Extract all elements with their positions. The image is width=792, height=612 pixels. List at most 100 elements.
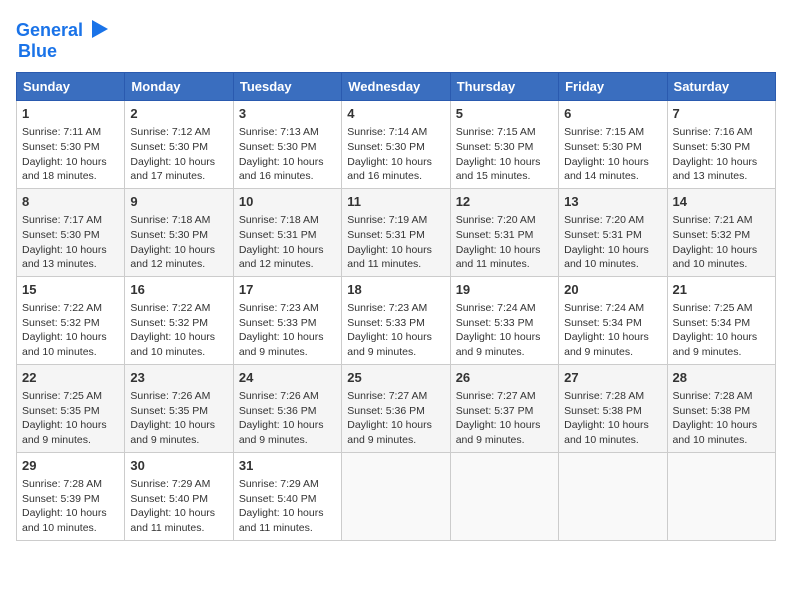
day-info-line: Sunrise: 7:13 AM xyxy=(239,125,336,140)
day-info-line: Daylight: 10 hours xyxy=(456,155,553,170)
day-info-line: Sunset: 5:32 PM xyxy=(130,316,227,331)
day-number: 26 xyxy=(456,369,553,387)
day-number: 7 xyxy=(673,105,770,123)
day-number: 12 xyxy=(456,193,553,211)
day-info-line: and 14 minutes. xyxy=(564,169,661,184)
calendar-cell: 14Sunrise: 7:21 AMSunset: 5:32 PMDayligh… xyxy=(667,188,775,276)
calendar-cell: 24Sunrise: 7:26 AMSunset: 5:36 PMDayligh… xyxy=(233,364,341,452)
weekday-header-saturday: Saturday xyxy=(667,73,775,101)
day-number: 24 xyxy=(239,369,336,387)
day-info-line: Sunrise: 7:16 AM xyxy=(673,125,770,140)
calendar-body: 1Sunrise: 7:11 AMSunset: 5:30 PMDaylight… xyxy=(17,101,776,541)
day-info-line: and 10 minutes. xyxy=(22,521,119,536)
day-info-line: Sunset: 5:33 PM xyxy=(347,316,444,331)
day-info-line: and 9 minutes. xyxy=(456,345,553,360)
calendar-cell: 21Sunrise: 7:25 AMSunset: 5:34 PMDayligh… xyxy=(667,276,775,364)
day-info-line: Daylight: 10 hours xyxy=(456,418,553,433)
day-number: 29 xyxy=(22,457,119,475)
day-info-line: Sunset: 5:34 PM xyxy=(564,316,661,331)
day-info-line: Daylight: 10 hours xyxy=(239,330,336,345)
calendar-cell: 16 Sunrise: 7:22 AMSunset: 5:32 PMDayligh… xyxy=(125,276,233,364)
day-info-line: Sunrise: 7:26 AM xyxy=(239,389,336,404)
calendar-cell: 8Sunrise: 7:17 AMSunset: 5:30 PMDaylight… xyxy=(17,188,125,276)
day-info-line: and 10 minutes. xyxy=(564,433,661,448)
day-info-line: Sunset: 5:33 PM xyxy=(456,316,553,331)
day-info-line: Daylight: 10 hours xyxy=(564,418,661,433)
weekday-header-wednesday: Wednesday xyxy=(342,73,450,101)
day-info-line: Daylight: 10 hours xyxy=(130,418,227,433)
day-info-line: Sunrise: 7:24 AM xyxy=(456,301,553,316)
day-info-line: Sunset: 5:36 PM xyxy=(239,404,336,419)
calendar-cell: 13Sunrise: 7:20 AMSunset: 5:31 PMDayligh… xyxy=(559,188,667,276)
day-info-line: and 9 minutes. xyxy=(564,345,661,360)
day-info-line: Sunrise: 7:23 AM xyxy=(239,301,336,316)
day-info-line: and 9 minutes. xyxy=(347,433,444,448)
day-info-line: Sunset: 5:35 PM xyxy=(130,404,227,419)
calendar-cell: 28Sunrise: 7:28 AMSunset: 5:38 PMDayligh… xyxy=(667,364,775,452)
calendar-cell: 15Sunrise: 7:22 AMSunset: 5:32 PMDayligh… xyxy=(17,276,125,364)
day-info-line: Daylight: 10 hours xyxy=(239,243,336,258)
day-info-line: Sunset: 5:30 PM xyxy=(347,140,444,155)
calendar-week-row: 15Sunrise: 7:22 AMSunset: 5:32 PMDayligh… xyxy=(17,276,776,364)
day-info-line: Daylight: 10 hours xyxy=(564,243,661,258)
day-info-line: Sunrise: 7:28 AM xyxy=(22,477,119,492)
day-info-line: Sunrise: 7:29 AM xyxy=(239,477,336,492)
day-number: 20 xyxy=(564,281,661,299)
day-info-line: Daylight: 10 hours xyxy=(564,155,661,170)
day-number: 8 xyxy=(22,193,119,211)
day-info-line: and 10 minutes. xyxy=(673,433,770,448)
day-info-line: Sunset: 5:31 PM xyxy=(239,228,336,243)
day-info-line: Sunset: 5:40 PM xyxy=(239,492,336,507)
day-info-line: Daylight: 10 hours xyxy=(564,330,661,345)
calendar-cell: 11Sunrise: 7:19 AMSunset: 5:31 PMDayligh… xyxy=(342,188,450,276)
calendar-cell: 10Sunrise: 7:18 AMSunset: 5:31 PMDayligh… xyxy=(233,188,341,276)
day-number: 10 xyxy=(239,193,336,211)
day-info-line: Sunrise: 7:21 AM xyxy=(673,213,770,228)
day-number: 27 xyxy=(564,369,661,387)
logo-text: General xyxy=(16,21,83,41)
calendar-cell: 3Sunrise: 7:13 AMSunset: 5:30 PMDaylight… xyxy=(233,101,341,189)
day-info-line: Daylight: 10 hours xyxy=(22,155,119,170)
day-info-line: Daylight: 10 hours xyxy=(239,506,336,521)
day-info-line: and 18 minutes. xyxy=(22,169,119,184)
day-info-line: Daylight: 10 hours xyxy=(22,418,119,433)
weekday-header-thursday: Thursday xyxy=(450,73,558,101)
day-info-line: and 9 minutes. xyxy=(22,433,119,448)
day-info-line: Daylight: 10 hours xyxy=(130,243,227,258)
weekday-header-monday: Monday xyxy=(125,73,233,101)
calendar-cell: 4Sunrise: 7:14 AMSunset: 5:30 PMDaylight… xyxy=(342,101,450,189)
day-info-line: Daylight: 10 hours xyxy=(456,243,553,258)
day-info-line: and 11 minutes. xyxy=(130,521,227,536)
calendar-cell: 31Sunrise: 7:29 AMSunset: 5:40 PMDayligh… xyxy=(233,452,341,540)
day-info-line: Daylight: 10 hours xyxy=(673,418,770,433)
day-info-line: Sunrise: 7:12 AM xyxy=(130,125,227,140)
day-info-line: and 11 minutes. xyxy=(456,257,553,272)
calendar-cell: 26Sunrise: 7:27 AMSunset: 5:37 PMDayligh… xyxy=(450,364,558,452)
day-info-line: and 9 minutes. xyxy=(239,433,336,448)
calendar-table: SundayMondayTuesdayWednesdayThursdayFrid… xyxy=(16,72,776,541)
day-info-line: Daylight: 10 hours xyxy=(347,330,444,345)
day-info-line: Sunrise: 7:18 AM xyxy=(130,213,227,228)
day-number: 23 xyxy=(130,369,227,387)
day-info-line: Daylight: 10 hours xyxy=(239,155,336,170)
day-info-line: and 13 minutes. xyxy=(673,169,770,184)
day-number: 16 xyxy=(130,281,227,299)
day-info-line: Sunrise: 7:22 AM xyxy=(130,301,227,316)
day-number: 18 xyxy=(347,281,444,299)
day-info-line: Daylight: 10 hours xyxy=(22,330,119,345)
day-info-line: Sunset: 5:33 PM xyxy=(239,316,336,331)
calendar-cell xyxy=(559,452,667,540)
day-info-line: Sunset: 5:30 PM xyxy=(239,140,336,155)
day-info-line: Daylight: 10 hours xyxy=(347,243,444,258)
day-info-line: Daylight: 10 hours xyxy=(673,330,770,345)
day-number: 14 xyxy=(673,193,770,211)
calendar-cell: 17Sunrise: 7:23 AMSunset: 5:33 PMDayligh… xyxy=(233,276,341,364)
calendar-cell: 6Sunrise: 7:15 AMSunset: 5:30 PMDaylight… xyxy=(559,101,667,189)
day-info-line: Sunrise: 7:19 AM xyxy=(347,213,444,228)
day-info-line: Sunset: 5:32 PM xyxy=(673,228,770,243)
logo: General Blue xyxy=(16,16,110,62)
day-number: 30 xyxy=(130,457,227,475)
day-info-line: Sunset: 5:35 PM xyxy=(22,404,119,419)
calendar-cell: 9Sunrise: 7:18 AMSunset: 5:30 PMDaylight… xyxy=(125,188,233,276)
day-info-line: Daylight: 10 hours xyxy=(130,330,227,345)
